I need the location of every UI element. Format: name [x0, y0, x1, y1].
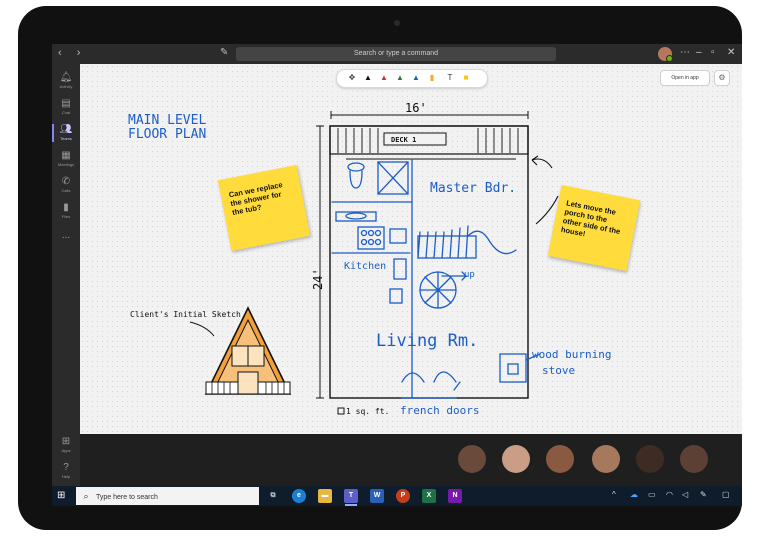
minimize-icon[interactable]: – [696, 47, 702, 58]
text-tool-icon[interactable]: T [445, 73, 455, 84]
help-icon: ? [63, 462, 69, 473]
edge-icon[interactable]: e [292, 489, 306, 503]
rail-item-chat[interactable]: ▤ Chat [52, 98, 80, 116]
rail-label: Activity [59, 84, 73, 89]
participant-avatar[interactable] [636, 445, 664, 473]
chevron-up-icon[interactable]: ^ [612, 490, 616, 499]
file-explorer-icon[interactable]: ▬ [318, 489, 332, 503]
onedrive-icon[interactable]: ☁ [630, 490, 638, 499]
participant-avatar[interactable] [592, 445, 620, 473]
teams-taskbar-icon[interactable]: T [344, 489, 358, 506]
front-camera [394, 20, 400, 26]
command-search-input[interactable]: Search or type a command [236, 47, 556, 61]
open-in-app-button[interactable]: Open in app [660, 70, 710, 86]
taskbar-search-input[interactable]: ⌕ Type here to search [76, 487, 259, 505]
french-doors-label: french doors [400, 404, 479, 417]
rail-label: Help [61, 474, 71, 479]
apps-icon: ⊞ [61, 436, 71, 447]
participant-avatar[interactable] [546, 445, 574, 473]
living-room-label: Living Rm. [376, 331, 478, 351]
chat-icon: ▤ [61, 98, 71, 109]
meeting-participants [80, 434, 742, 486]
rail-label: Chat [61, 110, 71, 115]
more-options-icon[interactable]: ⋯ [680, 47, 690, 58]
phone-icon: ✆ [61, 176, 71, 187]
rail-item-files[interactable]: ▮ Files [52, 202, 80, 220]
battery-icon[interactable]: ▭ [648, 490, 656, 499]
stove-label-line1: wood burning [532, 348, 611, 361]
stairs-up-label: up [464, 270, 475, 280]
plan-title-line2: FLOOR PLAN [128, 127, 206, 142]
nav-arrows[interactable]: ‹ › [58, 47, 86, 59]
bell-icon: 🔔︎ [59, 72, 73, 83]
green-pen-icon[interactable]: ▲ [395, 73, 405, 84]
search-icon: ⌕ [83, 491, 89, 501]
height-dimension: 24' [311, 268, 325, 290]
excel-icon[interactable]: X [422, 489, 436, 503]
rail-label: Teams [60, 136, 72, 141]
rail-item-calls[interactable]: ✆ Calls [52, 176, 80, 194]
file-icon: ▮ [63, 202, 69, 213]
word-icon[interactable]: W [370, 489, 384, 503]
whiteboard-canvas[interactable]: MAIN LEVEL FLOOR PLAN 16' 24' DECK 1 Mas… [80, 64, 742, 434]
scale-label: 1 sq. ft. [346, 407, 389, 416]
app-rail: 🔔︎ Activity ▤ Chat 👥︎ Teams ▦ Meetings ✆… [52, 64, 80, 486]
rail-label: Files [61, 214, 71, 219]
windows-taskbar: ⊞ ⌕ Type here to search ⧉ e ▬ T W P X N ^… [52, 486, 742, 506]
width-dimension: 16' [405, 101, 427, 115]
participant-avatar[interactable] [458, 445, 486, 473]
black-pen-icon[interactable]: ▲ [363, 73, 373, 84]
rail-more-button[interactable]: ... [52, 230, 80, 241]
stove-label-line2: stove [542, 364, 575, 377]
task-view-icon[interactable]: ⧉ [266, 489, 280, 503]
master-bedroom-label: Master Bdr. [430, 181, 516, 196]
floor-plan-drawing: MAIN LEVEL FLOOR PLAN 16' 24' DECK 1 Mas… [128, 101, 611, 417]
screen: ‹ › ✎ Search or type a command ⋯ – ▫ ✕ 🔔… [52, 44, 742, 506]
a-frame-sketch [204, 306, 292, 395]
teams-icon: 👥︎ [59, 124, 73, 135]
plan-title-line1: MAIN LEVEL [128, 113, 206, 128]
rail-item-activity[interactable]: 🔔︎ Activity [52, 72, 80, 90]
windows-start-icon[interactable]: ⊞ [57, 490, 69, 502]
wifi-icon[interactable]: ◠ [666, 490, 673, 499]
rail-item-apps[interactable]: ⊞ Apps [52, 436, 80, 454]
powerpoint-icon[interactable]: P [396, 489, 410, 503]
rail-item-help[interactable]: ? Help [52, 462, 80, 480]
ink-toolbar: ✥ ▲ ▲ ▲ ▲ ▮ T ■ [336, 69, 488, 88]
sticky-note-left[interactable]: Can we replace the shower for the tub? [217, 165, 311, 251]
rail-label: Calls [61, 188, 71, 193]
settings-gear-icon[interactable]: ⚙ [714, 70, 730, 86]
rail-label: Apps [61, 448, 71, 453]
new-chat-icon[interactable]: ✎ [220, 47, 228, 58]
rail-item-meetings[interactable]: ▦ Meetings [52, 150, 80, 168]
rail-item-teams[interactable]: 👥︎ Teams [52, 124, 80, 142]
teams-title-bar: ‹ › ✎ Search or type a command ⋯ – ▫ ✕ [52, 44, 742, 64]
deck-label: DECK 1 [391, 136, 416, 144]
participant-avatar[interactable] [502, 445, 530, 473]
sketch-caption: Client's Initial Sketch [130, 310, 241, 319]
sticky-note-tool-icon[interactable]: ■ [461, 73, 471, 84]
onenote-icon[interactable]: N [448, 489, 462, 503]
select-tool-icon[interactable]: ✥ [347, 73, 357, 84]
maximize-icon[interactable]: ▫ [711, 47, 715, 58]
red-pen-icon[interactable]: ▲ [379, 73, 389, 84]
tablet-frame: ‹ › ✎ Search or type a command ⋯ – ▫ ✕ 🔔… [18, 6, 742, 530]
pen-icon[interactable]: ✎ [700, 490, 707, 499]
close-icon[interactable]: ✕ [727, 47, 735, 58]
profile-avatar[interactable] [658, 47, 673, 62]
volume-icon[interactable]: ◁ [682, 490, 688, 499]
highlighter-icon[interactable]: ▮ [427, 73, 437, 84]
calendar-icon: ▦ [61, 150, 71, 161]
taskbar-search-placeholder: Type here to search [96, 494, 158, 501]
kitchen-label: Kitchen [344, 261, 386, 272]
blue-pen-icon[interactable]: ▲ [411, 73, 421, 84]
notifications-icon[interactable]: ▢ [722, 490, 730, 499]
participant-avatar[interactable] [680, 445, 708, 473]
rail-label: Meetings [57, 162, 75, 167]
sticky-note-right[interactable]: Lets move the porch to the other side of… [547, 185, 641, 271]
